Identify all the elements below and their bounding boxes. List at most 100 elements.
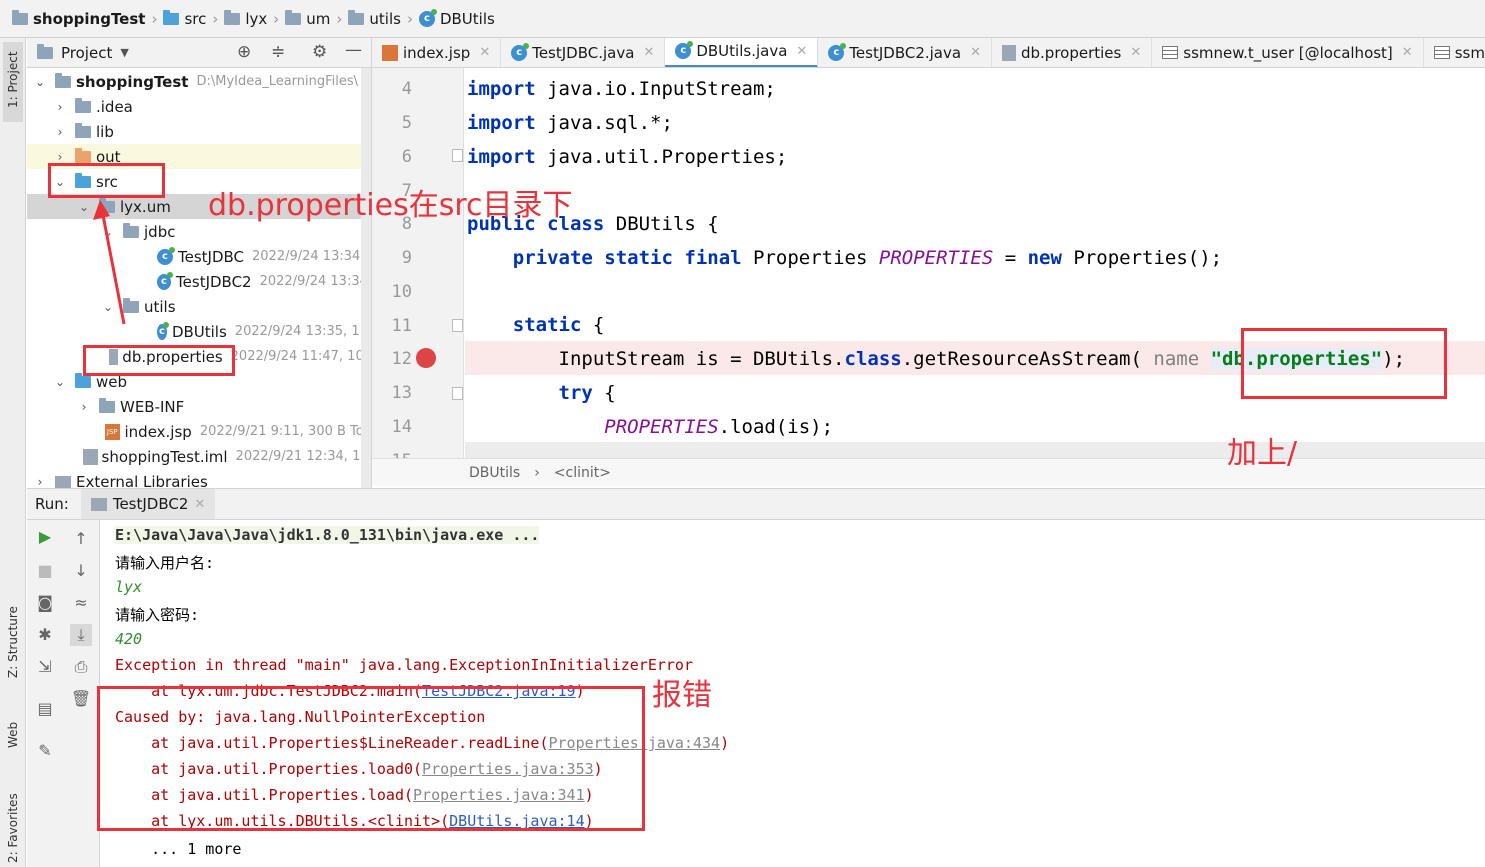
console-line: Exception in thread "main" java.lang.Exc…	[115, 656, 693, 674]
chevron-right-icon[interactable]: ›	[77, 400, 91, 414]
exit-icon[interactable]: ⇲	[34, 656, 56, 678]
breadcrumb-item-utils[interactable]: utils	[348, 9, 401, 28]
breadcrumb-separator: ›	[534, 464, 540, 481]
console-line: E:\Java\Java\Java\jdk1.8.0_131\bin\java.…	[115, 526, 540, 544]
tab-dbutils[interactable]: c DBUtils.java ✕	[665, 38, 819, 67]
breadcrumb-item-src[interactable]: src	[163, 9, 206, 28]
project-scrollbar[interactable]	[361, 68, 371, 488]
close-icon[interactable]: ✕	[479, 45, 490, 60]
settings-icon[interactable]: ✱	[34, 624, 56, 646]
fold-icon[interactable]	[452, 319, 463, 332]
chevron-right-icon[interactable]: ›	[53, 125, 67, 139]
scroll-to-end-icon[interactable]: ⤓	[70, 624, 92, 646]
web-tool-label[interactable]: Web	[6, 722, 20, 748]
annotation-src-note: db.properties在src目录下	[208, 188, 573, 223]
breadcrumb-item-um[interactable]: um	[285, 9, 330, 28]
locate-icon[interactable]: ⊕	[237, 42, 251, 62]
tab-index-jsp[interactable]: index.jsp ✕	[372, 38, 502, 67]
code-editor[interactable]: import java.io.InputStream; import java.…	[465, 68, 1485, 458]
annotation-box-resource-path	[1241, 328, 1447, 399]
tree-item-external-libraries[interactable]: › External Libraries	[27, 469, 371, 489]
package-folder-icon	[224, 9, 241, 25]
close-icon[interactable]: ✕	[1402, 45, 1413, 60]
source-folder-icon	[163, 9, 180, 25]
console-line: 420	[115, 630, 143, 648]
rerun-icon[interactable]: ▶	[34, 526, 56, 548]
soft-wrap-icon[interactable]: ≈	[70, 592, 92, 614]
editor-breadcrumb-class[interactable]: DBUtils	[469, 465, 520, 481]
close-icon[interactable]: ✕	[194, 497, 205, 512]
tree-item-utils[interactable]: ⌄ utils	[27, 294, 371, 319]
line-number: 11	[391, 316, 412, 336]
collapse-all-icon[interactable]: ≑	[271, 42, 285, 62]
jsp-file-icon: JSP	[105, 423, 120, 440]
tree-item-web-inf[interactable]: › WEB-INF	[27, 394, 371, 419]
folder-icon	[75, 122, 91, 138]
breadcrumb-separator: ›	[273, 9, 280, 28]
run-toolbar: ▶ ■ ◙ ✱ ⇲ ▤ ✎ ↑ ↓ ≈ ⤓ ⎙ 🗑	[27, 520, 100, 867]
chevron-down-icon[interactable]: ▼	[120, 46, 128, 59]
arrow-up-icon[interactable]: ↑	[70, 528, 92, 550]
close-icon[interactable]: ✕	[796, 44, 807, 59]
project-panel-title[interactable]: Project	[61, 44, 112, 62]
java-class-icon: c	[157, 321, 169, 340]
tree-item-index-jsp[interactable]: JSP index.jsp 2022/9/21 9:11, 300 B Tod	[27, 419, 371, 444]
chevron-right-icon[interactable]: ›	[33, 475, 47, 489]
tab-db-properties[interactable]: db.properties ✕	[992, 38, 1153, 67]
line-number: 5	[401, 113, 412, 133]
hide-panel-icon[interactable]: —	[345, 40, 362, 60]
tab-ssmnew-t-user[interactable]: ssmnew.t_user [@localhost] ✕	[1152, 38, 1424, 67]
navigation-breadcrumb: shoppingTest › src › lyx › um › utils › …	[0, 0, 1485, 38]
tree-item-dbutils[interactable]: c DBUtils 2022/9/24 13:35, 1.3	[27, 319, 371, 344]
tree-item-testjdbc2[interactable]: c TestJDBC2 2022/9/24 13:34,	[27, 269, 371, 294]
favorites-tool-label[interactable]: 2: Favorites	[6, 793, 20, 863]
arrow-down-icon[interactable]: ↓	[70, 560, 92, 582]
code-line-4: import java.io.InputStream;	[467, 78, 776, 100]
tab-testjdbc2[interactable]: c TestJDBC2.java ✕	[818, 38, 992, 67]
breakpoint-icon[interactable]	[416, 348, 436, 368]
editor-breadcrumb-method[interactable]: <clinit>	[554, 465, 611, 481]
code-line-11: static {	[512, 314, 605, 336]
code-line-5: import java.sql.*;	[467, 112, 673, 134]
breadcrumb-item-dbutils[interactable]: c DBUtils	[418, 8, 495, 28]
tree-item-shoppingtest[interactable]: ⌄ shoppingTest D:\MyIdea_LearningFiles\	[27, 69, 371, 94]
camera-icon[interactable]: ◙	[34, 592, 56, 614]
chevron-down-icon[interactable]: ⌄	[77, 200, 91, 214]
tree-item-idea[interactable]: › .idea	[27, 94, 371, 119]
editor-tab-bar: index.jsp ✕ c TestJDBC.java ✕ c DBUtils.java…	[372, 38, 1485, 68]
tab-ssmnew-t[interactable]: ssmnew.t	[1424, 38, 1485, 67]
trash-icon[interactable]: 🗑	[70, 688, 92, 710]
fold-icon[interactable]	[452, 387, 463, 400]
close-icon[interactable]: ✕	[970, 45, 981, 60]
run-label: Run:	[35, 495, 69, 513]
annotation-box-stack-trace	[97, 686, 645, 831]
stop-icon[interactable]: ■	[34, 560, 56, 582]
run-tab-testjdbc2[interactable]: TestJDBC2 ✕	[80, 489, 216, 519]
chevron-right-icon[interactable]: ›	[53, 100, 67, 114]
tree-item-testjdbc[interactable]: c TestJDBC 2022/9/24 13:34,	[27, 244, 371, 269]
gear-icon[interactable]: ⚙	[312, 42, 327, 62]
layout-icon[interactable]: ▤	[34, 698, 56, 720]
breadcrumb-separator: ›	[406, 9, 413, 28]
breadcrumb-item-project[interactable]: shoppingTest	[12, 9, 145, 28]
horizontal-scrollbar[interactable]	[465, 442, 1485, 458]
editor-gutter[interactable]: 4 5 6 7 8 9 10 11 12 13 14 15	[372, 68, 464, 471]
close-icon[interactable]: ✕	[1130, 45, 1141, 60]
breadcrumb-separator: ›	[151, 9, 158, 28]
breadcrumb-item-lyx[interactable]: lyx	[224, 9, 267, 28]
chevron-right-icon[interactable]: ›	[53, 150, 67, 164]
chevron-down-icon[interactable]: ⌄	[53, 375, 67, 389]
close-icon[interactable]: ✕	[643, 45, 654, 60]
tree-item-lib[interactable]: › lib	[27, 119, 371, 144]
chevron-down-icon[interactable]: ⌄	[33, 75, 47, 89]
run-panel-header: Run: TestJDBC2 ✕	[27, 488, 1485, 520]
pin-icon[interactable]: ✎	[34, 740, 56, 762]
print-icon[interactable]: ⎙	[70, 656, 92, 678]
excluded-folder-icon	[75, 147, 91, 163]
tab-testjdbc[interactable]: c TestJDBC.java ✕	[501, 38, 666, 67]
structure-tool-label[interactable]: Z: Structure	[6, 606, 20, 678]
tree-item-iml[interactable]: shoppingTest.iml 2022/9/21 12:34, 1 k	[27, 444, 371, 469]
project-tool-label[interactable]: 1: Project	[6, 51, 20, 108]
fold-icon[interactable]	[452, 149, 463, 162]
java-class-icon: c	[157, 271, 174, 290]
